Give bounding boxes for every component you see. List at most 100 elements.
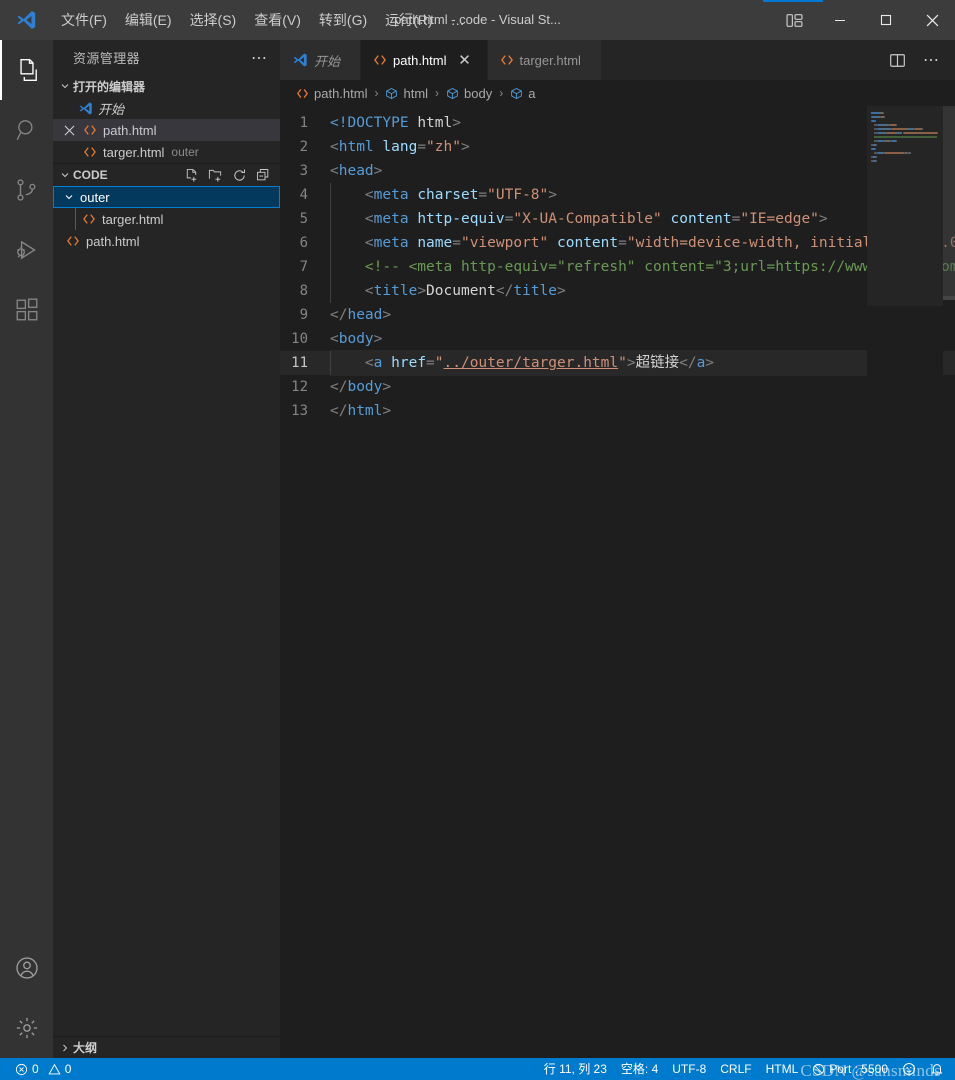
indent-guide	[330, 231, 331, 255]
code-line[interactable]: 13 </html>	[280, 399, 955, 423]
refresh-icon[interactable]	[228, 164, 250, 186]
code-token: >	[417, 283, 427, 299]
activity-debug[interactable]	[0, 220, 53, 280]
minimap[interactable]	[867, 106, 943, 1058]
breadcrumb-body[interactable]: body	[444, 86, 494, 101]
open-editor-welcome[interactable]: 开始	[53, 97, 280, 119]
warning-count: 0	[64, 1062, 72, 1076]
vscode-logo-icon	[292, 52, 308, 68]
code-token: html	[338, 139, 374, 155]
code-token: </	[495, 283, 514, 299]
explorer-more-actions-icon[interactable]: ⋯	[247, 48, 272, 68]
activity-scm[interactable]	[0, 160, 53, 220]
code-lines[interactable]: 1 <!DOCTYPE html> 2 <html lang="zh"> 3 <head>…	[280, 106, 955, 1058]
indent-guide	[330, 183, 331, 207]
indent-guide	[330, 207, 331, 231]
editor-scrollbar-thumb[interactable]	[943, 106, 955, 296]
status-cursor-position[interactable]: 行 11, 列 23	[537, 1058, 614, 1080]
code-line[interactable]: 10 <body>	[280, 327, 955, 351]
code-line[interactable]: 1 <!DOCTYPE html>	[280, 111, 955, 135]
menu-overflow[interactable]: …	[442, 0, 474, 40]
code-line[interactable]: 6 <meta name="viewport" content="width=d…	[280, 231, 955, 255]
code-line[interactable]: 2 <html lang="zh">	[280, 135, 955, 159]
tab-welcome[interactable]: 开始	[280, 40, 362, 80]
section-workspace[interactable]: CODE	[53, 163, 280, 186]
split-editor-icon[interactable]	[883, 45, 911, 75]
code-line[interactable]: 4 <meta charset="UTF-8">	[280, 183, 955, 207]
close-icon[interactable]	[58, 125, 80, 136]
status-language-mode[interactable]: HTML	[759, 1058, 806, 1080]
collapse-all-icon[interactable]	[252, 164, 274, 186]
activity-settings[interactable]	[0, 998, 53, 1058]
breadcrumb: path.html › html › body › a	[280, 80, 955, 106]
new-file-icon[interactable]	[180, 164, 202, 186]
menu-run[interactable]: 运行(R)	[376, 0, 441, 40]
code-line[interactable]: 9 </head>	[280, 303, 955, 327]
code-token: =	[417, 139, 427, 155]
status-notifications[interactable]	[923, 1058, 951, 1080]
tree-file-targer-html[interactable]: targer.html	[53, 208, 280, 230]
menu-selection[interactable]: 选择(S)	[181, 0, 246, 40]
open-editor-path-html[interactable]: path.html	[53, 119, 280, 141]
close-button[interactable]	[909, 0, 955, 40]
section-outline[interactable]: 大纲	[53, 1036, 280, 1058]
code-token: >	[382, 403, 392, 419]
code-token: "UTF-8"	[487, 187, 549, 203]
tree-folder-outer-label: outer	[80, 189, 110, 205]
status-eol[interactable]: CRLF	[713, 1058, 758, 1080]
activity-account[interactable]	[0, 938, 53, 998]
open-editor-targer-html[interactable]: targer.html outer	[53, 141, 280, 163]
activity-search[interactable]	[0, 100, 53, 160]
code-line[interactable]: 3 <head>	[280, 159, 955, 183]
code-token: <	[330, 355, 374, 371]
workspace-actions	[180, 164, 280, 186]
editor-more-actions-icon[interactable]: ⋯	[917, 45, 945, 75]
code-line[interactable]: 12 </body>	[280, 375, 955, 399]
minimap-line	[936, 132, 938, 134]
maximize-button[interactable]	[863, 0, 909, 40]
status-feedback[interactable]	[895, 1058, 923, 1080]
status-live-server-port[interactable]: Port : 5500	[805, 1058, 895, 1080]
code-token: </	[330, 307, 348, 323]
explorer-header: 资源管理器 ⋯	[53, 40, 280, 75]
customize-layout-icon[interactable]	[771, 0, 817, 40]
minimize-button[interactable]	[817, 0, 863, 40]
activity-explorer[interactable]	[0, 40, 53, 100]
code-line[interactable]: 8 <title>Document</title>	[280, 279, 955, 303]
breadcrumb-file[interactable]: path.html	[294, 86, 369, 101]
editor-scrollbar[interactable]	[943, 106, 955, 1058]
code-line[interactable]: 5 <meta http-equiv="X-UA-Compatible" con…	[280, 207, 955, 231]
menu-file[interactable]: 文件(F)	[52, 0, 116, 40]
new-folder-icon[interactable]	[204, 164, 226, 186]
menu-goto[interactable]: 转到(G)	[310, 0, 376, 40]
line-number: 8	[299, 283, 308, 299]
code-token: title	[513, 283, 558, 299]
breadcrumb-a[interactable]: a	[508, 86, 537, 101]
menu-edit[interactable]: 编辑(E)	[116, 0, 181, 40]
sidebar-filler	[53, 252, 280, 1036]
tab-close-icon[interactable]: ✕	[455, 53, 475, 68]
tab-path-html[interactable]: path.html ✕	[361, 40, 488, 80]
breadcrumb-html[interactable]: html	[383, 86, 430, 101]
status-problems[interactable]: 0 0	[8, 1058, 78, 1080]
activity-extensions[interactable]	[0, 280, 53, 340]
status-encoding[interactable]: UTF-8	[665, 1058, 713, 1080]
tab-targer-html[interactable]: targer.html	[487, 40, 602, 80]
status-indentation[interactable]: 空格: 4	[614, 1058, 665, 1080]
code-token: </	[330, 403, 348, 419]
section-open-editors[interactable]: 打开的编辑器	[53, 75, 280, 97]
html-icon	[373, 53, 387, 67]
menu-bar[interactable]: 文件(F) 编辑(E) 选择(S) 查看(V) 转到(G) 运行(R) …	[52, 0, 474, 40]
tree-folder-outer[interactable]: outer	[53, 186, 280, 208]
minimap-line	[914, 128, 923, 130]
live-server-disconnect-icon	[812, 1063, 825, 1076]
html-icon	[63, 234, 83, 248]
menu-view[interactable]: 查看(V)	[245, 0, 310, 40]
code-line[interactable]: 7 <!-- <meta http-equiv="refresh" conten…	[280, 255, 955, 279]
code-token: =	[478, 187, 488, 203]
tree-file-path-html[interactable]: path.html	[53, 230, 280, 252]
editor-content: 1 <!DOCTYPE html> 2 <html lang="zh"> 3 <head>…	[280, 106, 955, 1058]
code-line[interactable]: 11 <a href="../outer/targer.html">超链接</a…	[280, 351, 955, 375]
breadcrumb-separator: ›	[435, 86, 440, 100]
